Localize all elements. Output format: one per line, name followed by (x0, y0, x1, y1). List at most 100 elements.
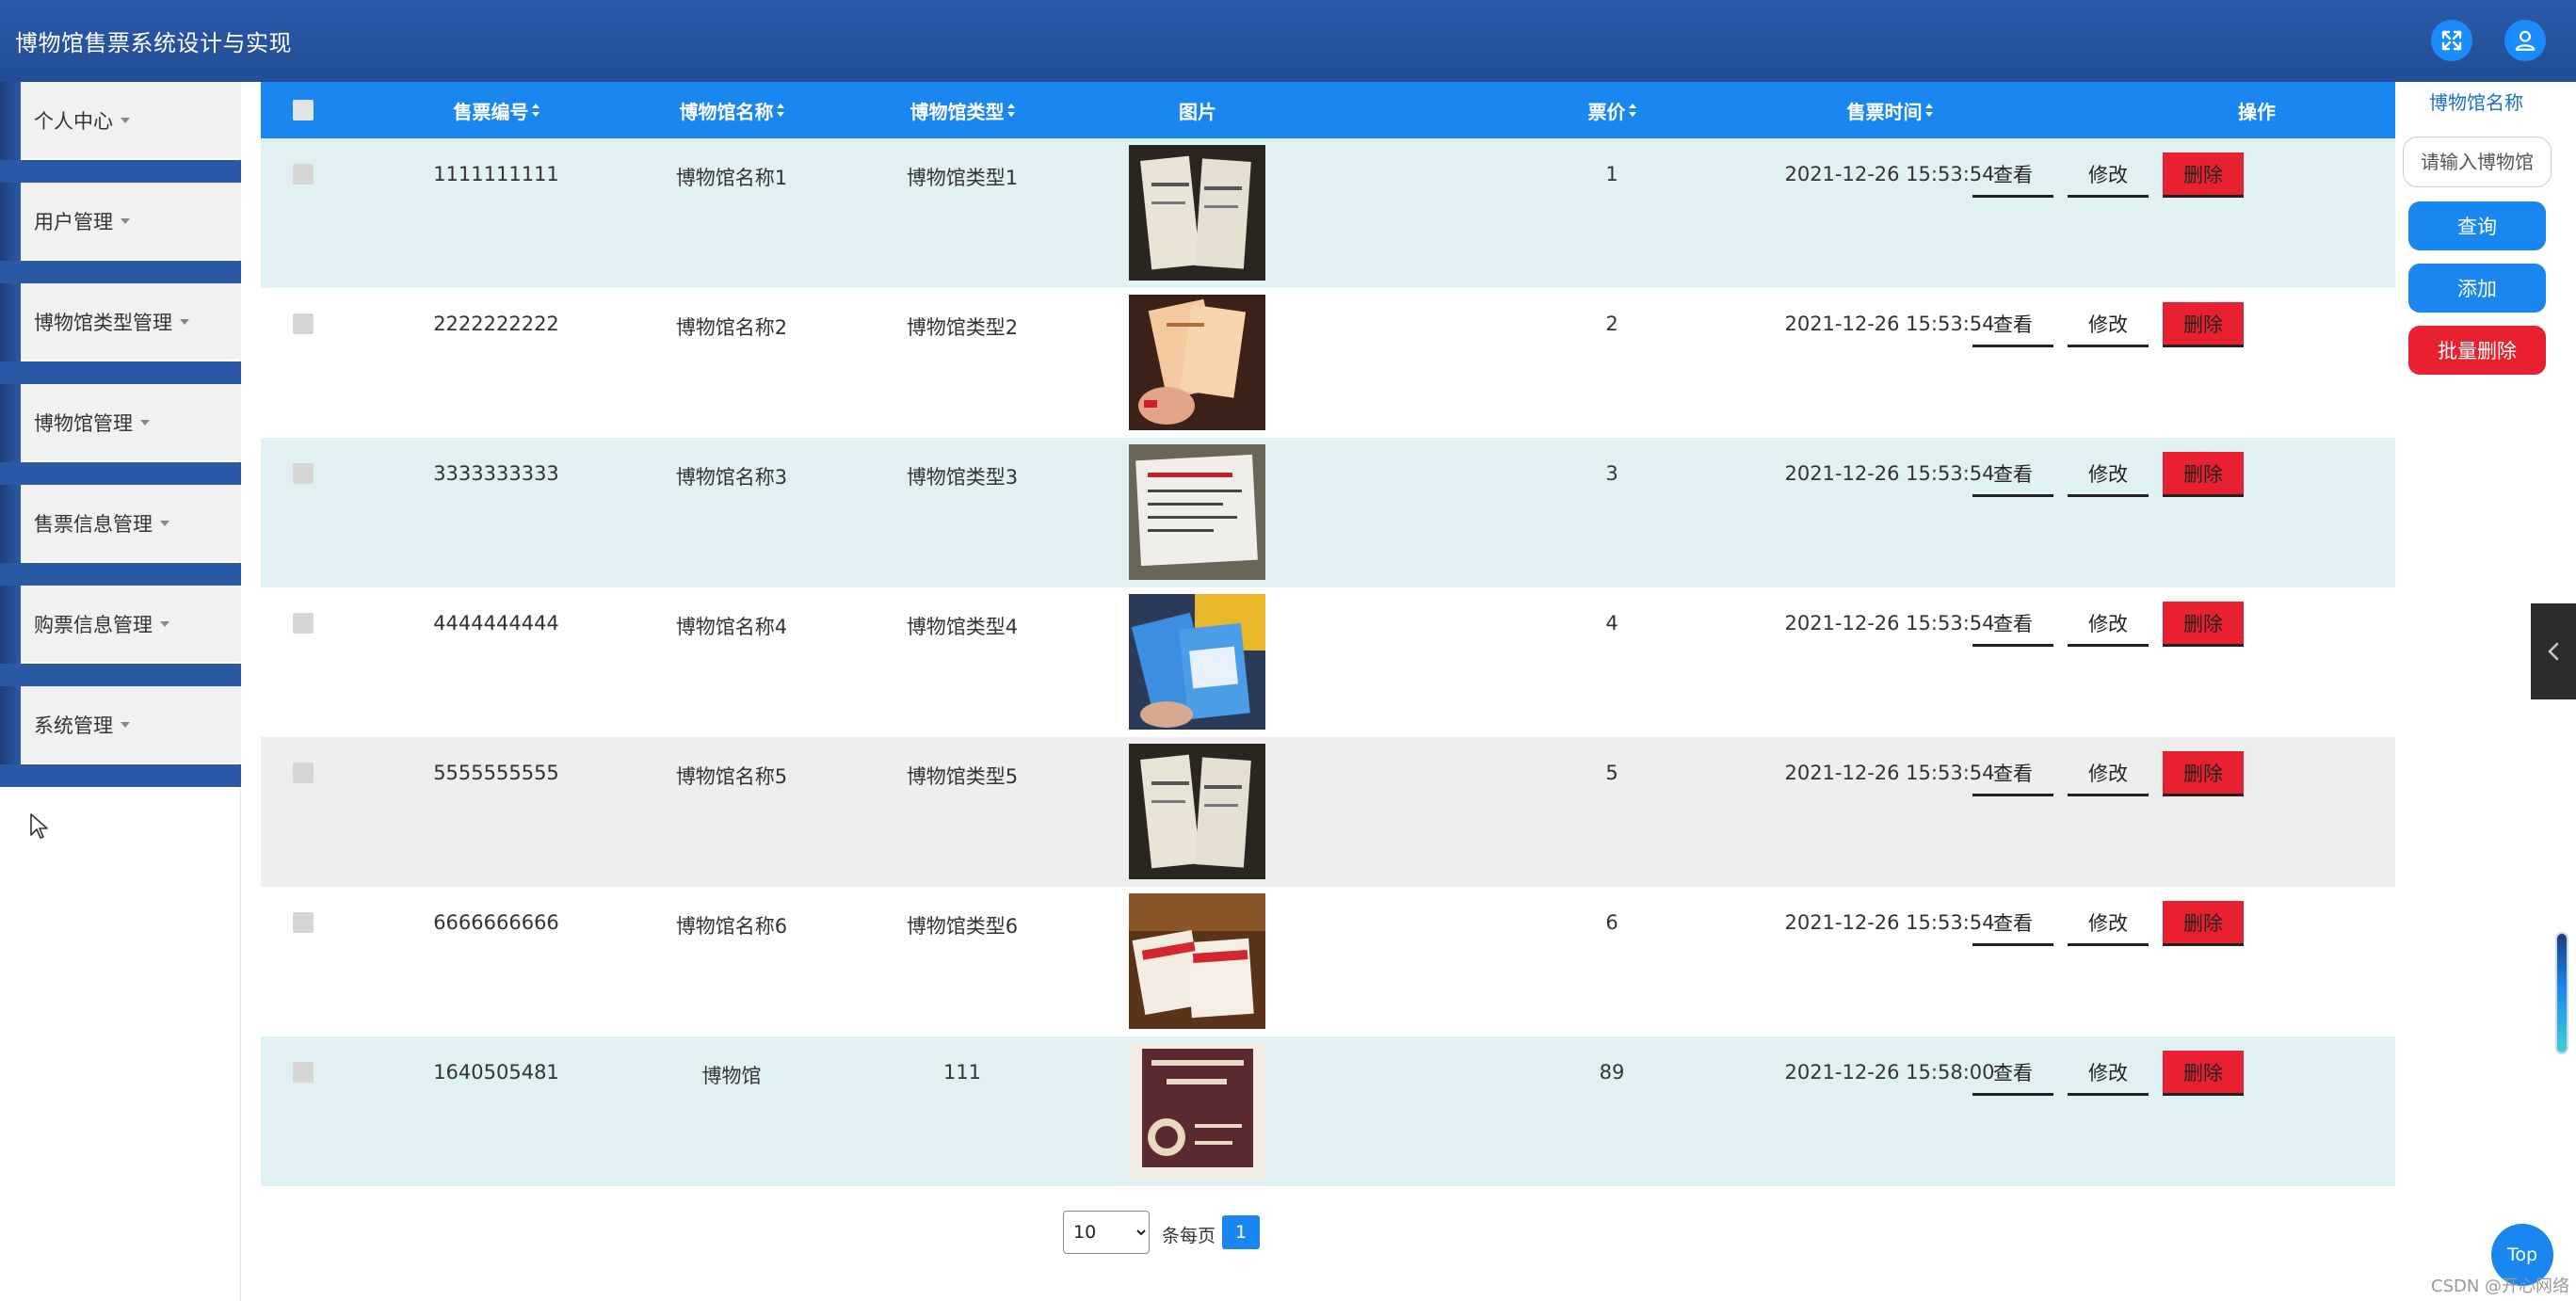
delete-button[interactable]: 删除 (2163, 602, 2244, 647)
add-button[interactable]: 添加 (2408, 264, 2546, 313)
ticket-image[interactable] (1129, 1043, 1265, 1179)
row-checkbox[interactable] (293, 1062, 314, 1083)
page-button-current[interactable]: 1 (1222, 1215, 1260, 1249)
ticket-no: 4444444444 (433, 612, 559, 634)
sidebar-group-ticket-purchase: 购票信息管理 (0, 586, 241, 686)
batch-delete-button[interactable]: 批量删除 (2408, 326, 2546, 375)
sidebar-item-label: 售票信息管理 (34, 512, 153, 536)
edit-button[interactable]: 修改 (2068, 452, 2149, 497)
scrollbar[interactable] (2555, 932, 2568, 1054)
user-button[interactable] (2504, 20, 2546, 61)
th-sale-time[interactable]: 售票时间 (1711, 82, 2069, 138)
sidebar-item-museum-type-management[interactable]: 博物馆类型管理 (21, 283, 241, 360)
top-header: 博物馆售票系统设计与实现 (0, 0, 2576, 82)
ticket-image[interactable] (1129, 893, 1265, 1029)
museum-type: 博物馆类型5 (906, 765, 1019, 788)
caret-down-icon (160, 620, 169, 627)
sidebar-item-user-management[interactable]: 用户管理 (21, 183, 241, 259)
sidebar-item-ticket-sale-management[interactable]: 售票信息管理 (21, 485, 241, 561)
museum-name-search-input[interactable] (2403, 137, 2552, 187)
select-all-checkbox[interactable] (293, 100, 314, 120)
sidebar-group-users: 用户管理 (0, 183, 241, 283)
price: 6 (1605, 911, 1618, 934)
delete-button[interactable]: 删除 (2163, 153, 2244, 198)
caret-down-icon (160, 520, 169, 526)
ticket-no: 1640505481 (433, 1061, 559, 1084)
price: 5 (1605, 762, 1618, 784)
delete-button[interactable]: 删除 (2163, 901, 2244, 946)
caret-down-icon (121, 721, 130, 728)
delete-button[interactable]: 删除 (2163, 302, 2244, 347)
view-button[interactable]: 查看 (1972, 901, 2053, 946)
delete-button[interactable]: 删除 (2163, 452, 2244, 497)
caret-down-icon (140, 419, 150, 426)
view-button[interactable]: 查看 (1972, 1051, 2053, 1096)
th-price[interactable]: 票价 (1541, 82, 1682, 138)
museum-type: 博物馆类型1 (906, 167, 1019, 189)
table-row: 2222222222 博物馆名称2 博物馆类型2 2 2021-12-26 15… (261, 288, 2395, 438)
ticket-image[interactable] (1129, 444, 1265, 580)
museum-name: 博物馆名称6 (675, 915, 788, 938)
edit-button[interactable]: 修改 (2068, 751, 2149, 796)
ticket-image[interactable] (1129, 594, 1265, 730)
table-row: 5555555555 博物馆名称5 博物馆类型5 5 2021-12-26 15… (261, 737, 2395, 887)
delete-button[interactable]: 删除 (2163, 1051, 2244, 1096)
page-size-select[interactable]: 10 (1063, 1211, 1150, 1254)
sort-icon (1924, 104, 1933, 117)
edit-button[interactable]: 修改 (2068, 302, 2149, 347)
th-museum-name[interactable]: 博物馆名称 (628, 82, 835, 138)
view-button[interactable]: 查看 (1972, 153, 2053, 198)
sidebar-group-system: 系统管理 (0, 686, 241, 787)
ticket-image[interactable] (1129, 295, 1265, 430)
row-checkbox[interactable] (293, 463, 314, 484)
caret-down-icon (121, 217, 130, 224)
mouse-cursor-icon (30, 813, 48, 839)
sidebar-item-label: 博物馆类型管理 (34, 311, 172, 334)
th-actions: 操作 (2238, 100, 2276, 123)
sidebar-item-museum-management[interactable]: 博物馆管理 (21, 384, 241, 460)
table-row: 1640505481 博物馆 111 89 2021-12-26 15:58:0… (261, 1036, 2395, 1186)
view-button[interactable]: 查看 (1972, 602, 2053, 647)
sidebar-item-system-management[interactable]: 系统管理 (21, 686, 241, 763)
sidebar-item-personal-center[interactable]: 个人中心 (21, 82, 241, 158)
sort-icon (531, 104, 539, 117)
museum-name: 博物馆名称1 (675, 167, 788, 189)
price: 2 (1605, 313, 1618, 335)
row-checkbox[interactable] (293, 912, 314, 933)
ticket-image[interactable] (1129, 744, 1265, 879)
delete-button[interactable]: 删除 (2163, 751, 2244, 796)
expand-icon (2441, 30, 2462, 51)
query-button[interactable]: 查询 (2408, 201, 2546, 250)
museum-type: 博物馆类型6 (906, 915, 1019, 938)
caret-down-icon (121, 117, 130, 123)
table-row: 1111111111 博物馆名称1 博物馆类型1 1 2021-12-26 15… (261, 138, 2395, 288)
sidebar-group-museum-type: 博物馆类型管理 (0, 283, 241, 384)
museum-type: 博物馆类型2 (906, 316, 1019, 339)
row-checkbox[interactable] (293, 613, 314, 634)
side-panel-toggle[interactable] (2531, 603, 2576, 699)
view-button[interactable]: 查看 (1972, 452, 2053, 497)
ticket-image[interactable] (1129, 145, 1265, 281)
edit-button[interactable]: 修改 (2068, 1051, 2149, 1096)
view-button[interactable]: 查看 (1972, 751, 2053, 796)
price: 89 (1599, 1061, 1625, 1084)
sidebar-group-ticket-sale: 售票信息管理 (0, 485, 241, 586)
sidebar-item-label: 购票信息管理 (34, 613, 153, 636)
museum-name: 博物馆名称3 (675, 466, 788, 489)
th-ticket-no[interactable]: 售票编号 (374, 82, 619, 138)
sidebar-item-ticket-purchase-management[interactable]: 购票信息管理 (21, 586, 241, 662)
edit-button[interactable]: 修改 (2068, 153, 2149, 198)
ticket-table: 售票编号 博物馆名称 博物馆类型 图片 票价 售票时间 操作 111111111… (261, 82, 2395, 1186)
edit-button[interactable]: 修改 (2068, 602, 2149, 647)
view-button[interactable]: 查看 (1972, 302, 2053, 347)
sort-icon (1628, 104, 1636, 117)
select-all-checkbox-cell (293, 82, 314, 138)
museum-type: 111 (942, 1061, 982, 1084)
th-museum-type[interactable]: 博物馆类型 (845, 82, 1080, 138)
fullscreen-button[interactable] (2431, 20, 2472, 61)
table-header: 售票编号 博物馆名称 博物馆类型 图片 票价 售票时间 操作 (261, 82, 2395, 138)
row-checkbox[interactable] (293, 763, 314, 783)
row-checkbox[interactable] (293, 313, 314, 334)
row-checkbox[interactable] (293, 164, 314, 185)
edit-button[interactable]: 修改 (2068, 901, 2149, 946)
